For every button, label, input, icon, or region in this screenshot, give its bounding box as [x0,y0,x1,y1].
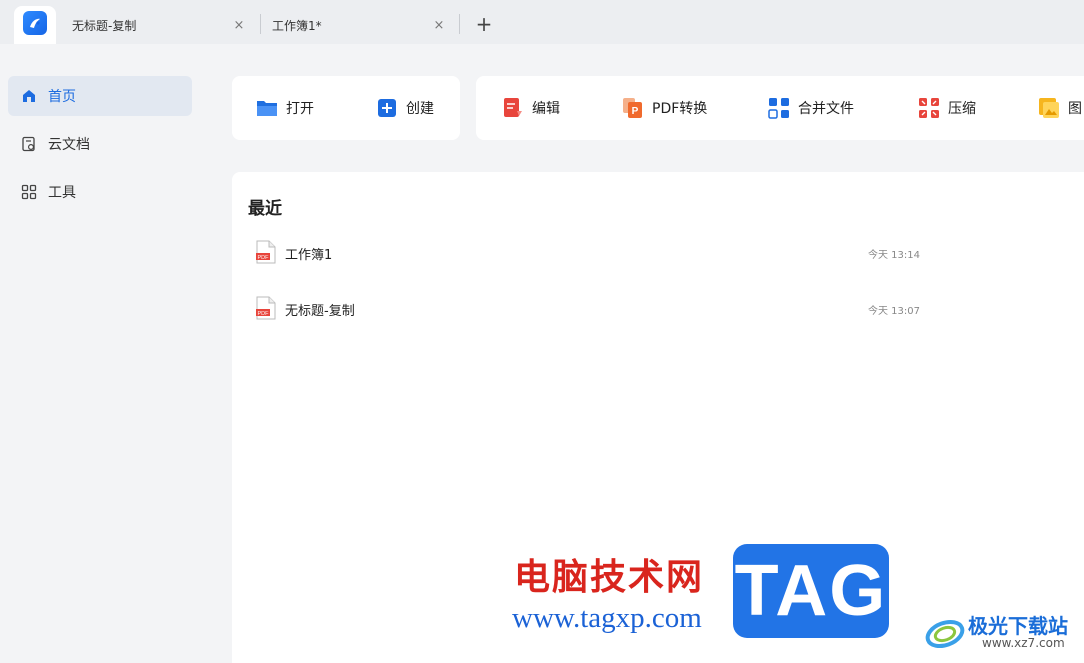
open-button[interactable]: 打开 [256,96,314,120]
quick-actions-card: 打开 创建 [232,76,460,140]
file-name: 工作簿1 [285,248,333,263]
sidebar: 首页 云文档 工具 [0,44,200,663]
plus-icon [376,97,398,119]
edit-label: 编辑 [532,101,560,117]
create-label: 创建 [406,101,434,117]
compress-label: 压缩 [948,101,976,117]
file-time: 今天 13:14 [868,250,920,261]
recent-title: 最近 [248,199,282,219]
sidebar-item-label: 首页 [48,89,76,105]
merge-files-button[interactable]: 合并文件 [768,96,854,120]
merge-label: 合并文件 [798,101,854,117]
edit-button[interactable]: 编辑 [502,96,560,120]
close-icon[interactable]: × [432,18,446,33]
app-home-tab[interactable] [14,6,56,44]
sidebar-item-cloud-docs[interactable]: 云文档 [8,124,192,164]
compress-icon [918,97,940,119]
image-tool-button[interactable]: 图 [1038,96,1082,120]
file-time: 今天 13:07 [868,306,920,317]
add-tab-button[interactable]: + [472,12,496,36]
watermark-tag-logo: TAG [733,544,889,638]
watermark-site-name: 极光下载站 [968,614,1068,638]
pdf-file-icon: PDF [256,240,276,264]
tab-separator [459,14,460,34]
tab-untitled-copy[interactable]: 无标题-复制 × [72,6,252,44]
tab-label: 工作簿1* [272,18,322,33]
aurora-logo-icon [925,619,965,649]
folder-icon [256,97,278,119]
watermark-site: 极光下载站 www.xz7.com [922,606,1084,656]
pdf-convert-button[interactable]: P PDF转换 [622,96,707,120]
sidebar-item-home[interactable]: 首页 [8,76,192,116]
grid-tools-icon [20,183,38,201]
create-button[interactable]: 创建 [376,96,434,120]
cloud-doc-icon [20,135,38,153]
close-icon[interactable]: × [232,18,246,33]
watermark-cn-text: 电脑技术网 [514,556,705,598]
svg-text:PDF: PDF [258,255,270,261]
edit-doc-icon [502,97,524,119]
file-name: 无标题-复制 [285,304,355,319]
tab-separator [260,14,261,34]
merge-icon [768,97,790,119]
pdf-file-icon: PDF [256,296,276,320]
sidebar-item-label: 工具 [48,185,76,201]
pdf-convert-label: PDF转换 [652,101,708,117]
app-logo-icon [23,11,47,35]
tab-label: 无标题-复制 [72,18,137,33]
home-icon [20,87,38,105]
sidebar-item-tools[interactable]: 工具 [8,172,192,212]
recent-file-row[interactable]: PDF 工作簿1 今天 13:14 [232,228,1084,276]
compress-button[interactable]: 压缩 [918,96,976,120]
image-icon [1038,97,1060,119]
tools-card: 编辑 P PDF转换 合并文件 压缩 图 [476,76,1084,140]
svg-text:P: P [632,106,639,117]
sidebar-item-label: 云文档 [48,137,90,153]
open-label: 打开 [286,101,314,117]
watermark-site-url: www.xz7.com [982,636,1065,650]
svg-text:PDF: PDF [258,311,270,317]
watermark-url: www.tagxp.com [512,602,702,634]
tab-workbook1[interactable]: 工作簿1* × [272,6,452,44]
recent-file-row[interactable]: PDF 无标题-复制 今天 13:07 [232,284,1084,332]
image-tool-label: 图 [1068,101,1082,117]
tab-bar: 无标题-复制 × 工作簿1* × + [0,0,1084,44]
pdf-convert-icon: P [622,97,644,119]
